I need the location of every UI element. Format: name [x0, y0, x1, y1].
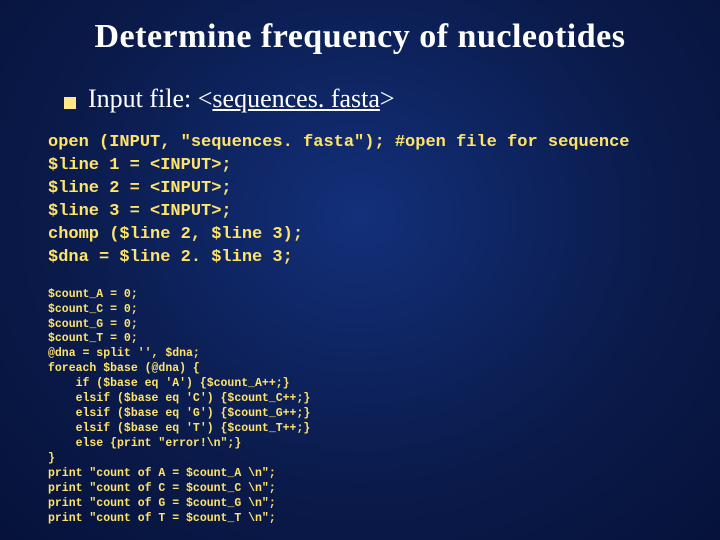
code-block-secondary: $count_A = 0; $count_C = 0; $count_G = 0… [48, 288, 684, 527]
sequences-link[interactable]: sequences. fasta [212, 84, 379, 113]
bullet-prefix: Input file: < [88, 84, 212, 113]
slide: Determine frequency of nucleotides Input… [0, 0, 720, 540]
bullet-suffix: > [380, 84, 395, 113]
square-bullet-icon [64, 97, 76, 109]
slide-title: Determine frequency of nucleotides [36, 18, 684, 56]
code-block-primary: open (INPUT, "sequences. fasta"); #open … [48, 132, 684, 270]
bullet-text: Input file: <sequences. fasta> [88, 84, 395, 114]
bullet-row: Input file: <sequences. fasta> [64, 84, 684, 114]
